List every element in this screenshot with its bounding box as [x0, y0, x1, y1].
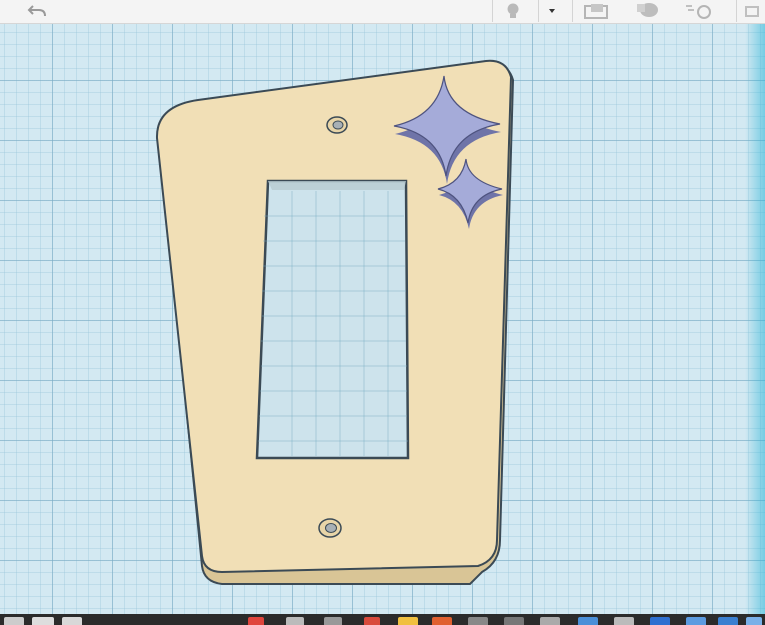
- taskbar-app-icon[interactable]: [32, 617, 54, 625]
- top-screw-hole[interactable]: [326, 116, 348, 134]
- taskbar-app-icon[interactable]: [4, 617, 24, 625]
- taskbar-app-icon[interactable]: [650, 617, 670, 625]
- taskbar-app-icon[interactable]: [468, 617, 488, 625]
- bottom-screw-hole[interactable]: [318, 518, 342, 538]
- taskbar-app-icon[interactable]: [324, 617, 342, 625]
- taskbar-app-icon[interactable]: [432, 617, 452, 625]
- switch-opening[interactable]: [255, 179, 410, 460]
- taskbar-app-icon[interactable]: [504, 617, 524, 625]
- taskbar: [0, 614, 765, 625]
- taskbar-app-icon[interactable]: [578, 617, 598, 625]
- taskbar-app-icon[interactable]: [248, 617, 264, 625]
- taskbar-app-icon[interactable]: [286, 617, 304, 625]
- model-canvas: [155, 59, 515, 585]
- taskbar-app-icon[interactable]: [686, 617, 706, 625]
- taskbar-app-icon[interactable]: [398, 617, 418, 625]
- taskbar-app-icon[interactable]: [746, 617, 762, 625]
- taskbar-app-icon[interactable]: [62, 617, 82, 625]
- taskbar-app-icon[interactable]: [614, 617, 634, 625]
- taskbar-app-icon[interactable]: [718, 617, 738, 625]
- taskbar-app-icon[interactable]: [364, 617, 380, 625]
- tinkercad-editor: [0, 0, 765, 625]
- taskbar-app-icon[interactable]: [540, 617, 560, 625]
